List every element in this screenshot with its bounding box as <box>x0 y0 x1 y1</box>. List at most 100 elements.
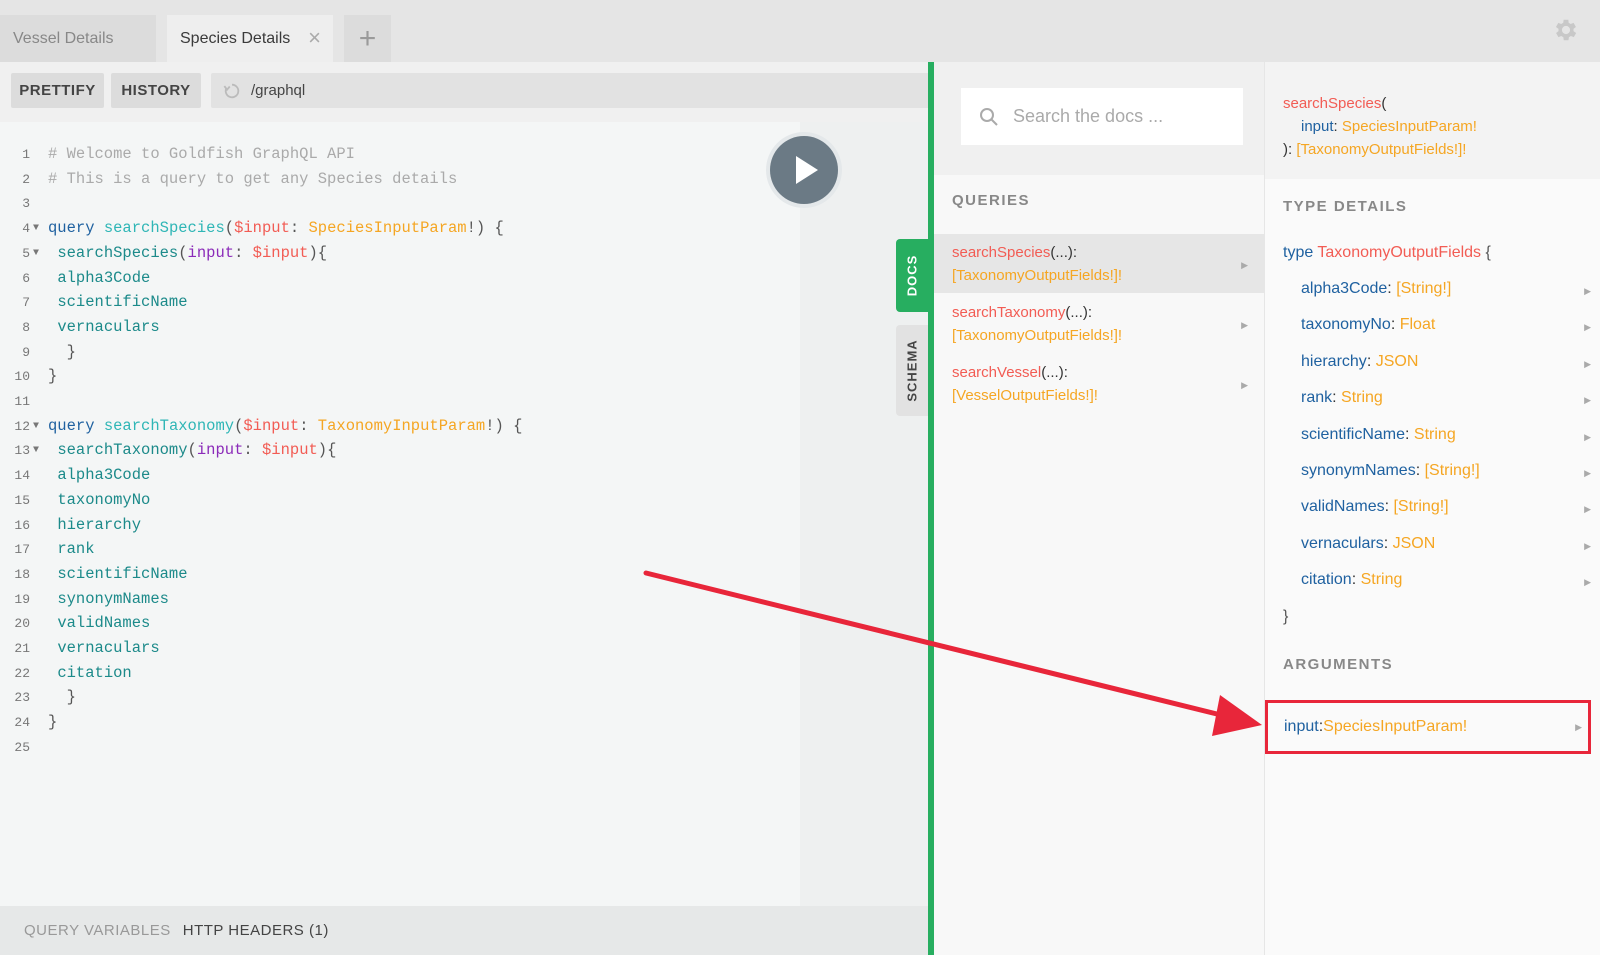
fold-arrow-icon[interactable]: ▼ <box>33 216 39 241</box>
type-field-item[interactable]: hierarchy: JSON ▶ <box>1301 353 1591 371</box>
plus-icon: + <box>358 21 377 55</box>
refresh-icon[interactable] <box>223 82 241 100</box>
type-field-item[interactable]: scientificName: String ▶ <box>1301 426 1591 444</box>
query-variables-tab[interactable]: QUERY VARIABLES <box>24 922 171 939</box>
code-line: 21 vernaculars <box>0 636 800 661</box>
endpoint-url-text: /graphql <box>251 82 306 99</box>
docs-search-area: Search the docs ... <box>934 62 1264 175</box>
type-field-item[interactable]: citation: String ▶ <box>1301 571 1591 589</box>
code-line: 22 citation <box>0 661 800 686</box>
chevron-right-icon: ▶ <box>1584 577 1591 588</box>
type-details-panel: searchSpecies( input: SpeciesInputParam!… <box>1264 62 1600 955</box>
code-line: 11 <box>0 389 800 414</box>
line-number: 14 <box>14 468 30 484</box>
type-declaration: type TaxonomyOutputFields { <box>1283 244 1491 261</box>
line-number: 17 <box>14 542 30 558</box>
line-number: 23 <box>14 690 30 706</box>
line-number: 5 <box>22 245 30 261</box>
queries-heading: QUERIES <box>952 192 1031 209</box>
line-number: 6 <box>22 270 30 286</box>
line-number: 12 <box>14 418 30 434</box>
line-number: 15 <box>14 492 30 508</box>
line-number: 24 <box>14 715 30 731</box>
query-item[interactable]: searchSpecies(...): [TaxonomyOutputField… <box>934 234 1264 293</box>
chevron-right-icon: ▶ <box>1584 358 1591 369</box>
code-line: 8 vernaculars <box>0 315 800 340</box>
line-number: 8 <box>22 319 30 335</box>
type-field-item[interactable]: rank: String ▶ <box>1301 389 1591 407</box>
code-line: 5 ▼ searchSpecies(input: $input){ <box>0 241 800 266</box>
query-editor[interactable]: 1 # Welcome to Goldfish GraphQL API 2 # Thi… <box>0 122 800 906</box>
gear-icon[interactable] <box>1552 16 1580 44</box>
code-line: 16 hierarchy <box>0 513 800 538</box>
type-field-item[interactable]: vernaculars: JSON ▶ <box>1301 535 1591 553</box>
chevron-right-icon: ▶ <box>1241 260 1248 270</box>
chevron-right-icon: ▶ <box>1584 468 1591 478</box>
editor-toolbar: PRETTIFY HISTORY /graphql <box>0 62 928 122</box>
line-number: 13 <box>14 443 30 459</box>
chevron-right-icon: ▶ <box>1584 286 1591 296</box>
code-comment: # This is a query to get any Species det… <box>48 169 458 188</box>
line-number: 25 <box>14 739 30 755</box>
query-signature: searchSpecies( input: SpeciesInputParam!… <box>1265 62 1600 179</box>
code-line: 18 scientificName <box>0 562 800 587</box>
chevron-right-icon: ▶ <box>1241 320 1248 330</box>
query-item[interactable]: searchTaxonomy(...): [TaxonomyOutputFiel… <box>934 294 1264 353</box>
type-close-brace: } <box>1283 608 1289 625</box>
type-field-item[interactable]: alpha3Code: [String!] ▶ <box>1301 280 1591 298</box>
line-number: 4 <box>22 221 30 237</box>
fold-arrow-icon[interactable]: ▼ <box>33 241 39 266</box>
query-item[interactable]: searchVessel(...): [VesselOutputFields!]… <box>934 354 1264 413</box>
code-line: 10} <box>0 364 800 389</box>
argument-item-highlighted[interactable]: input: SpeciesInputParam! ▶ <box>1265 700 1591 754</box>
line-number: 19 <box>14 591 30 607</box>
line-number: 11 <box>14 394 30 409</box>
line-number: 22 <box>14 665 30 681</box>
code-line: 6 alpha3Code <box>0 266 800 291</box>
line-number: 9 <box>22 344 30 360</box>
variables-headers-bar: QUERY VARIABLES HTTP HEADERS (1) <box>0 906 928 955</box>
fold-arrow-icon[interactable]: ▼ <box>33 438 39 463</box>
type-field-item[interactable]: validNames: [String!] ▶ <box>1301 498 1591 516</box>
type-field-item[interactable]: synonymNames: [String!] ▶ <box>1301 462 1591 480</box>
schema-tab-label: SCHEMA <box>904 339 920 402</box>
code-line: 2 # This is a query to get any Species de… <box>0 167 800 192</box>
endpoint-url-field[interactable]: /graphql <box>211 73 928 108</box>
code-line: 25 <box>0 735 800 760</box>
code-line: 20 validNames <box>0 611 800 636</box>
code-line: 7 scientificName <box>0 290 800 315</box>
http-headers-tab[interactable]: HTTP HEADERS (1) <box>183 922 329 939</box>
tab-species-details[interactable]: Species Details × <box>167 15 333 62</box>
tab-label: Vessel Details <box>13 29 114 47</box>
code-line: 1 # Welcome to Goldfish GraphQL API <box>0 142 800 167</box>
line-number: 2 <box>22 171 30 187</box>
code-line: 19 synonymNames <box>0 587 800 612</box>
history-button[interactable]: HISTORY <box>111 73 201 108</box>
fold-arrow-icon[interactable]: ▼ <box>33 414 39 439</box>
code-line: 23 } <box>0 685 800 710</box>
code-line: 14 alpha3Code <box>0 463 800 488</box>
schema-tab[interactable]: SCHEMA <box>896 325 928 416</box>
line-number: 18 <box>14 566 30 582</box>
line-number: 21 <box>14 641 30 656</box>
play-icon[interactable] <box>770 136 838 204</box>
chevron-right-icon: ▶ <box>1584 540 1591 551</box>
chevron-right-icon: ▶ <box>1584 504 1591 515</box>
prettify-button[interactable]: PRETTIFY <box>11 73 104 108</box>
line-number: 1 <box>22 147 30 162</box>
code-line: 17 rank <box>0 537 800 562</box>
close-icon[interactable]: × <box>308 27 321 49</box>
docs-search-input[interactable]: Search the docs ... <box>961 88 1243 145</box>
code-line: 9 } <box>0 340 800 365</box>
docs-tab[interactable]: DOCS <box>896 239 928 312</box>
chevron-right-icon: ▶ <box>1241 380 1248 390</box>
type-field-item[interactable]: taxonomyNo: Float ▶ <box>1301 316 1591 334</box>
tab-vessel-details[interactable]: Vessel Details <box>0 15 156 62</box>
chevron-right-icon: ▶ <box>1584 395 1591 406</box>
tab-bar: Vessel Details Species Details × + <box>0 0 1600 62</box>
new-tab-button[interactable]: + <box>344 15 391 62</box>
docs-search-placeholder: Search the docs ... <box>1013 106 1164 126</box>
chevron-right-icon: ▶ <box>1584 322 1591 333</box>
code-line: 12 ▼ query searchTaxonomy($input: Taxonomy… <box>0 414 800 439</box>
docs-tab-label: DOCS <box>904 254 920 297</box>
